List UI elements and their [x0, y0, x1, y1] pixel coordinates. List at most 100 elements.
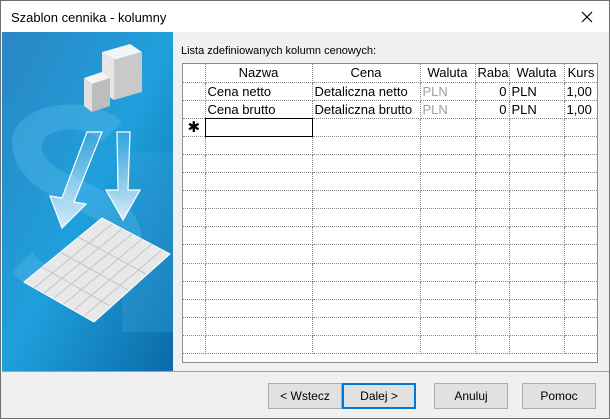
empty-row[interactable]: [183, 190, 597, 210]
table-row[interactable]: Cena brutto Detaliczna brutto PLN 0 PLN …: [183, 100, 597, 119]
empty-cell[interactable]: [564, 263, 597, 282]
help-button[interactable]: Pomoc: [522, 383, 596, 409]
empty-cell[interactable]: [205, 244, 313, 264]
empty-cell[interactable]: [420, 244, 476, 264]
empty-cell[interactable]: [205, 208, 313, 228]
empty-cell[interactable]: [420, 190, 476, 210]
column-header-rabat[interactable]: Raba: [475, 64, 510, 83]
empty-cell[interactable]: [564, 208, 597, 228]
empty-cell[interactable]: [312, 244, 421, 264]
empty-cell[interactable]: [564, 317, 597, 336]
empty-cell[interactable]: [312, 118, 421, 137]
empty-row[interactable]: [183, 299, 597, 318]
empty-cell[interactable]: [205, 281, 313, 300]
empty-cell[interactable]: [475, 208, 510, 228]
empty-cell[interactable]: [475, 263, 510, 282]
empty-cell[interactable]: [420, 317, 476, 336]
column-header-nazwa[interactable]: Nazwa: [205, 64, 313, 83]
empty-cell[interactable]: [475, 244, 510, 264]
empty-cell[interactable]: [475, 281, 510, 300]
empty-cell[interactable]: [564, 172, 597, 192]
empty-cell[interactable]: [564, 281, 597, 300]
empty-cell[interactable]: [509, 263, 565, 282]
empty-cell[interactable]: [509, 244, 565, 264]
empty-row[interactable]: [183, 208, 597, 228]
cell-rabat[interactable]: 0: [475, 100, 510, 119]
empty-cell[interactable]: [509, 190, 565, 210]
empty-cell[interactable]: [420, 208, 476, 228]
empty-cell[interactable]: [475, 335, 510, 355]
empty-cell[interactable]: [475, 317, 510, 336]
empty-cell[interactable]: [420, 263, 476, 282]
empty-cell[interactable]: [312, 136, 421, 155]
empty-cell[interactable]: [509, 136, 565, 155]
cancel-button[interactable]: Anuluj: [434, 383, 508, 409]
cell-kurs[interactable]: 1,00: [564, 82, 597, 101]
empty-cell[interactable]: [509, 299, 565, 318]
empty-row[interactable]: [183, 335, 597, 355]
close-button[interactable]: [565, 1, 609, 32]
empty-cell[interactable]: [312, 226, 421, 246]
table-row[interactable]: Cena netto Detaliczna netto PLN 0 PLN 1,…: [183, 82, 597, 101]
empty-cell[interactable]: [312, 281, 421, 300]
empty-cell[interactable]: [564, 118, 597, 137]
empty-row[interactable]: [183, 317, 597, 336]
empty-row[interactable]: [183, 136, 597, 155]
empty-cell[interactable]: [564, 335, 597, 355]
cell-cena[interactable]: Detaliczna netto: [312, 82, 421, 101]
empty-cell[interactable]: [420, 226, 476, 246]
empty-cell[interactable]: [509, 317, 565, 336]
empty-cell[interactable]: [205, 226, 313, 246]
empty-cell[interactable]: [205, 190, 313, 210]
price-columns-grid[interactable]: Nazwa Cena Waluta Raba Waluta Kurs Cena …: [182, 63, 598, 363]
empty-cell[interactable]: [564, 226, 597, 246]
next-button[interactable]: Dalej >: [342, 383, 416, 409]
empty-cell[interactable]: [564, 190, 597, 210]
empty-cell[interactable]: [312, 154, 421, 174]
empty-cell[interactable]: [509, 208, 565, 228]
empty-cell[interactable]: [205, 299, 313, 318]
empty-row[interactable]: [183, 154, 597, 174]
cell-waluta[interactable]: PLN: [420, 82, 476, 101]
empty-cell[interactable]: [509, 335, 565, 355]
new-row-name-input[interactable]: [204, 117, 313, 137]
empty-cell[interactable]: [509, 118, 565, 137]
empty-cell[interactable]: [205, 317, 313, 336]
cell-nazwa[interactable]: Cena brutto: [205, 100, 313, 119]
empty-cell[interactable]: [475, 299, 510, 318]
empty-cell[interactable]: [420, 118, 476, 137]
empty-cell[interactable]: [509, 281, 565, 300]
empty-cell[interactable]: [420, 299, 476, 318]
cell-waluta[interactable]: PLN: [420, 100, 476, 119]
empty-row[interactable]: [183, 244, 597, 264]
empty-cell[interactable]: [475, 118, 510, 137]
empty-cell[interactable]: [312, 172, 421, 192]
empty-cell[interactable]: [475, 172, 510, 192]
empty-cell[interactable]: [564, 244, 597, 264]
empty-cell[interactable]: [475, 154, 510, 174]
empty-cell[interactable]: [420, 154, 476, 174]
empty-cell[interactable]: [420, 136, 476, 155]
empty-cell[interactable]: [420, 281, 476, 300]
empty-row[interactable]: [183, 263, 597, 282]
empty-cell[interactable]: [564, 136, 597, 155]
column-header-kurs[interactable]: Kurs: [564, 64, 597, 83]
cell-rabat[interactable]: 0: [475, 82, 510, 101]
empty-cell[interactable]: [564, 299, 597, 318]
empty-cell[interactable]: [312, 190, 421, 210]
cell-nazwa[interactable]: Cena netto: [205, 82, 313, 101]
empty-row[interactable]: [183, 281, 597, 300]
empty-cell[interactable]: [475, 190, 510, 210]
new-row[interactable]: ✱: [183, 117, 597, 137]
empty-row[interactable]: [183, 226, 597, 246]
empty-cell[interactable]: [205, 172, 313, 192]
empty-cell[interactable]: [420, 172, 476, 192]
empty-cell[interactable]: [205, 335, 313, 355]
back-button[interactable]: < Wstecz: [268, 383, 342, 409]
cell-kurs[interactable]: 1,00: [564, 100, 597, 119]
column-header-waluta[interactable]: Waluta: [420, 64, 476, 83]
empty-cell[interactable]: [312, 317, 421, 336]
empty-cell[interactable]: [475, 226, 510, 246]
column-header-waluta-2[interactable]: Waluta: [509, 64, 565, 83]
empty-cell[interactable]: [205, 263, 313, 282]
